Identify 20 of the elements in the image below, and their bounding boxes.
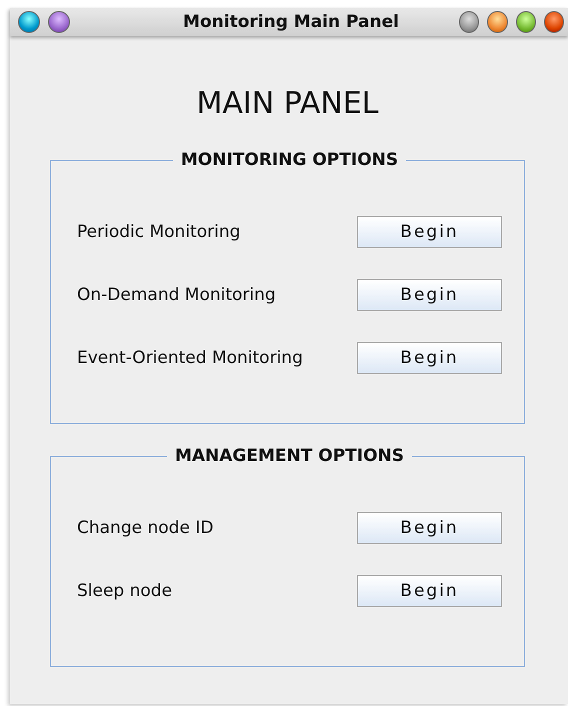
begin-button[interactable]: Begin	[357, 216, 502, 248]
panel-heading: MAIN PANEL	[195, 86, 380, 123]
window-control[interactable]	[48, 11, 70, 33]
option-label: Event-Oriented Monitoring	[77, 348, 303, 368]
begin-button[interactable]: Begin	[357, 278, 502, 310]
option-label: Change node ID	[77, 518, 214, 538]
option-label: On-Demand Monitoring	[77, 284, 276, 304]
window-title: Monitoring Main Panel	[183, 12, 399, 32]
panel-title: MONITORING OPTIONS	[180, 150, 400, 170]
begin-button[interactable]: Begin	[357, 342, 502, 374]
window-control[interactable]	[516, 11, 536, 33]
begin-button[interactable]: Begin	[357, 512, 502, 544]
window-control[interactable]	[459, 11, 480, 33]
window-control[interactable]	[487, 11, 508, 33]
window-control[interactable]	[544, 11, 564, 33]
option-label: Sleep node	[77, 580, 172, 600]
begin-button[interactable]: Begin	[357, 574, 502, 606]
option-label: Periodic Monitoring	[77, 222, 240, 242]
panel-title: MANAGEMENT OPTIONS	[174, 446, 406, 466]
window-control[interactable]	[18, 11, 40, 33]
